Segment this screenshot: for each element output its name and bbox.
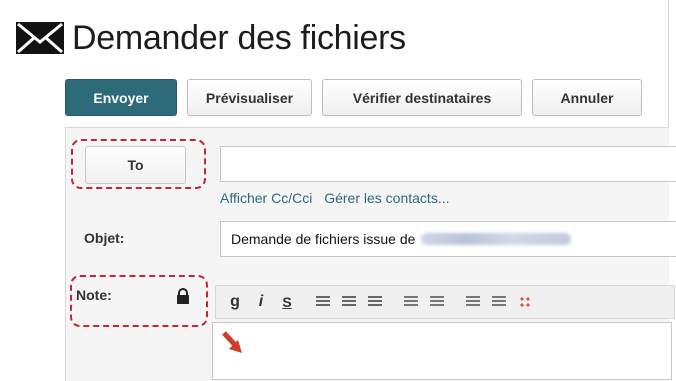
redacted-name xyxy=(421,233,572,245)
preview-button[interactable]: Prévisualiser xyxy=(187,79,312,116)
editor-toolbar: g i S xyxy=(215,285,675,319)
ordered-list-icon[interactable] xyxy=(428,293,446,311)
italic-icon[interactable]: i xyxy=(252,293,270,311)
envelope-icon xyxy=(16,22,64,54)
align-center-icon[interactable] xyxy=(340,293,358,311)
subject-label: Objet: xyxy=(84,230,125,246)
manage-contacts-link[interactable]: Gérer les contacts... xyxy=(324,190,449,206)
send-button[interactable]: Envoyer xyxy=(65,79,177,116)
note-editor[interactable] xyxy=(212,322,672,380)
subject-input[interactable]: Demande de fichiers issue de xyxy=(220,221,676,257)
action-toolbar: Envoyer Prévisualiser Vérifier destinata… xyxy=(65,79,652,116)
to-input[interactable] xyxy=(220,146,676,182)
color-picker-icon[interactable] xyxy=(516,293,534,311)
page-header: Demander des fichiers xyxy=(14,18,406,58)
arrow-down-right-icon xyxy=(222,331,242,353)
subject-value: Demande de fichiers issue de xyxy=(231,231,416,247)
show-cc-bcc-link[interactable]: Afficher Cc/Cci xyxy=(220,190,312,206)
strikethrough-icon[interactable]: S xyxy=(278,293,296,311)
align-right-icon[interactable] xyxy=(366,293,384,311)
note-label: Note: xyxy=(76,287,112,303)
to-button[interactable]: To xyxy=(85,146,186,184)
cancel-button[interactable]: Annuler xyxy=(532,79,642,116)
verify-recipients-button[interactable]: Vérifier destinataires xyxy=(322,79,522,116)
indent-decrease-icon[interactable] xyxy=(490,293,508,311)
indent-increase-icon[interactable] xyxy=(464,293,482,311)
page-title: Demander des fichiers xyxy=(72,18,406,57)
lock-icon[interactable] xyxy=(176,288,190,304)
bold-icon[interactable]: g xyxy=(226,293,244,311)
recipient-links: Afficher Cc/Cci Gérer les contacts... xyxy=(220,190,458,206)
align-left-icon[interactable] xyxy=(314,293,332,311)
unordered-list-icon[interactable] xyxy=(402,293,420,311)
